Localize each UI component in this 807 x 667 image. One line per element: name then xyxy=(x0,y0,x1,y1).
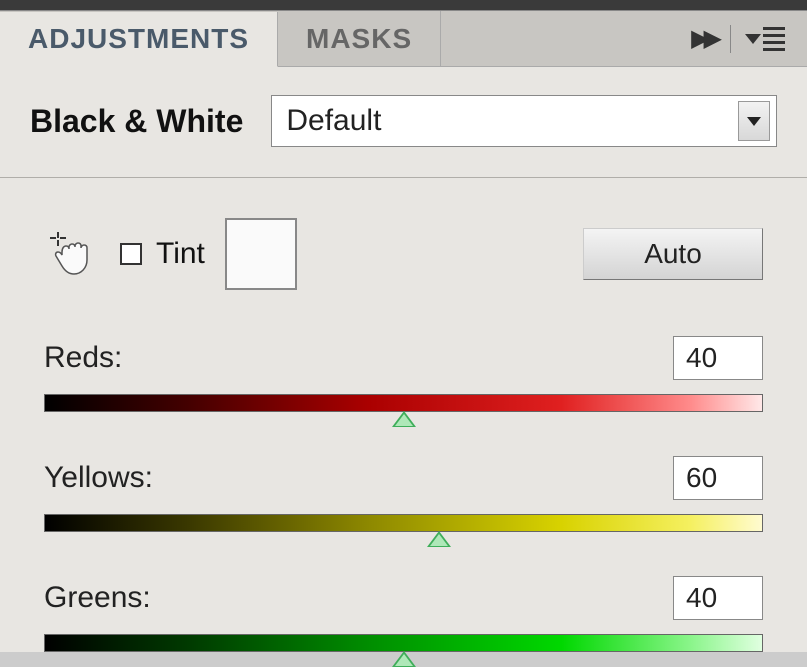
slider-thumb[interactable] xyxy=(392,411,416,427)
slider-value-input[interactable]: 40 xyxy=(673,336,763,380)
fast-forward-icon[interactable]: ▶▶ xyxy=(687,20,720,57)
chevron-down-icon xyxy=(747,117,761,126)
dropdown-button[interactable] xyxy=(738,101,770,141)
sliders-group: Reds: 40 Yellows: 60 Greens: 40 xyxy=(30,336,777,652)
slider-thumb[interactable] xyxy=(427,531,451,547)
panel-content: Black & White Default Tint Auto xyxy=(0,67,807,652)
adjustment-title: Black & White xyxy=(30,103,243,140)
slider-track[interactable] xyxy=(44,514,763,532)
panel-tabs: ADJUSTMENTS MASKS ▶▶ xyxy=(0,11,807,67)
panel-menu-icon[interactable] xyxy=(741,23,789,55)
slider-row: Yellows: 60 xyxy=(44,456,763,532)
separator xyxy=(0,177,807,178)
slider-head: Reds: 40 xyxy=(44,336,763,380)
slider-head: Greens: 40 xyxy=(44,576,763,620)
preset-value: Default xyxy=(286,104,381,138)
slider-label: Yellows: xyxy=(44,461,153,495)
slider-value-input[interactable]: 40 xyxy=(673,576,763,620)
divider xyxy=(730,25,731,53)
slider-head: Yellows: 60 xyxy=(44,456,763,500)
slider-row: Greens: 40 xyxy=(44,576,763,652)
slider-label: Greens: xyxy=(44,581,151,615)
tab-masks[interactable]: MASKS xyxy=(278,11,441,66)
tab-adjustments[interactable]: ADJUSTMENTS xyxy=(0,12,278,67)
menu-lines-icon xyxy=(763,27,785,51)
slider-track[interactable] xyxy=(44,394,763,412)
slider-row: Reds: 40 xyxy=(44,336,763,412)
tab-right-controls: ▶▶ xyxy=(687,11,807,66)
adjustments-panel: ADJUSTMENTS MASKS ▶▶ Black & White Defau… xyxy=(0,10,807,652)
slider-thumb[interactable] xyxy=(392,651,416,667)
slider-track[interactable] xyxy=(44,634,763,652)
slider-value-input[interactable]: 60 xyxy=(673,456,763,500)
menu-triangle-icon xyxy=(745,34,761,44)
window-titlebar xyxy=(0,0,807,10)
tint-color-swatch[interactable] xyxy=(225,218,297,290)
preset-dropdown[interactable]: Default xyxy=(271,95,777,147)
tint-label: Tint xyxy=(156,237,205,271)
controls-row: Tint Auto xyxy=(30,218,777,290)
tint-control: Tint xyxy=(120,218,297,290)
targeted-adjustment-icon[interactable] xyxy=(44,230,92,278)
auto-button[interactable]: Auto xyxy=(583,228,763,280)
slider-label: Reds: xyxy=(44,341,122,375)
adjustment-header-row: Black & White Default xyxy=(30,95,777,147)
tint-checkbox[interactable] xyxy=(120,243,142,265)
